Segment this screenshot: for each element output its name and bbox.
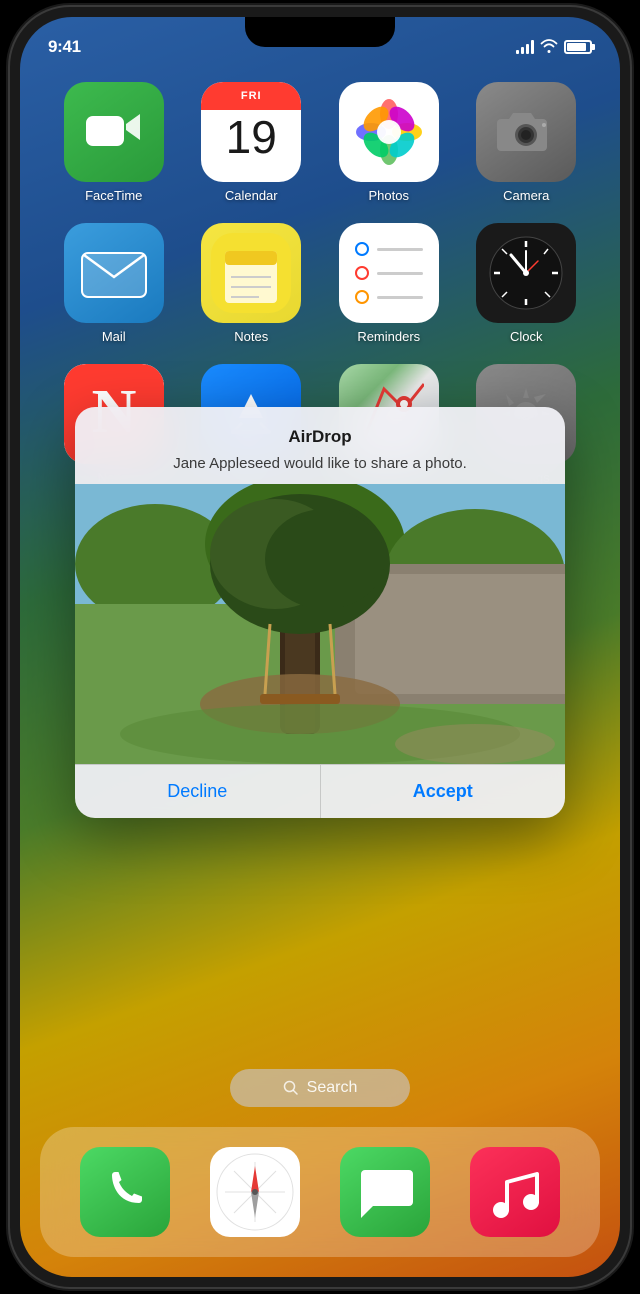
search-icon	[283, 1080, 299, 1096]
airdrop-decline-button[interactable]: Decline	[75, 765, 321, 818]
search-pill[interactable]: Search	[230, 1069, 410, 1107]
dock	[40, 1127, 600, 1257]
notch	[245, 17, 395, 47]
app-photos[interactable]: Photos	[325, 82, 453, 203]
mail-icon[interactable]	[64, 223, 164, 323]
signal-icon	[516, 40, 534, 54]
dock-app-safari[interactable]	[210, 1147, 300, 1237]
wifi-icon	[540, 39, 558, 56]
airdrop-header: AirDrop Jane Appleseed would like to sha…	[75, 407, 565, 484]
phone-icon[interactable]	[80, 1147, 170, 1237]
airdrop-message: Jane Appleseed would like to share a pho…	[95, 453, 545, 474]
app-calendar[interactable]: FRI 19 Calendar	[188, 82, 316, 203]
camera-label: Camera	[503, 188, 549, 203]
app-mail[interactable]: Mail	[50, 223, 178, 344]
clock-icon[interactable]	[476, 223, 576, 323]
calendar-icon[interactable]: FRI 19	[201, 82, 301, 182]
photos-icon[interactable]	[339, 82, 439, 182]
clock-label: Clock	[510, 329, 543, 344]
safari-icon[interactable]	[210, 1147, 300, 1237]
status-time: 9:41	[48, 37, 81, 57]
app-notes[interactable]: Notes	[188, 223, 316, 344]
calendar-label: Calendar	[225, 188, 278, 203]
dock-app-music[interactable]	[470, 1147, 560, 1237]
notes-icon[interactable]	[201, 223, 301, 323]
music-icon[interactable]	[470, 1147, 560, 1237]
photos-label: Photos	[369, 188, 409, 203]
status-icons	[516, 39, 592, 56]
dock-app-phone[interactable]	[80, 1147, 170, 1237]
airdrop-title: AirDrop	[95, 427, 545, 447]
app-facetime[interactable]: FaceTime	[50, 82, 178, 203]
screen: 9:41	[20, 17, 620, 1277]
dock-app-messages[interactable]	[340, 1147, 430, 1237]
messages-icon[interactable]	[340, 1147, 430, 1237]
notes-label: Notes	[234, 329, 268, 344]
phone-frame: 9:41	[10, 7, 630, 1287]
app-camera[interactable]: Camera	[463, 82, 591, 203]
calendar-day: FRI	[201, 82, 301, 110]
battery-icon	[564, 40, 592, 54]
reminders-label: Reminders	[357, 329, 420, 344]
app-reminders[interactable]: Reminders	[325, 223, 453, 344]
facetime-icon[interactable]	[64, 82, 164, 182]
airdrop-accept-button[interactable]: Accept	[321, 765, 566, 818]
facetime-label: FaceTime	[85, 188, 142, 203]
app-clock[interactable]: Clock	[463, 223, 591, 344]
camera-icon[interactable]	[476, 82, 576, 182]
calendar-date: 19	[226, 114, 277, 160]
airdrop-modal: AirDrop Jane Appleseed would like to sha…	[75, 407, 565, 818]
reminders-icon[interactable]	[339, 223, 439, 323]
airdrop-buttons: Decline Accept	[75, 764, 565, 818]
airdrop-photo	[75, 484, 565, 764]
mail-label: Mail	[102, 329, 126, 344]
search-label: Search	[307, 1079, 358, 1097]
